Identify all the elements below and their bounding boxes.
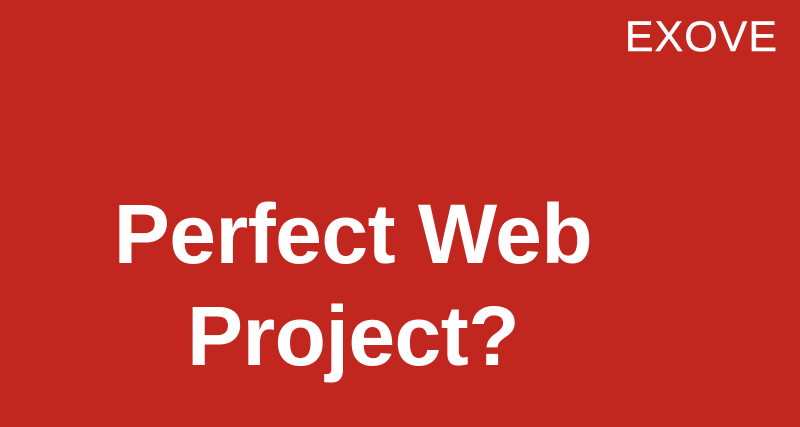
exove-logo: EXOVE	[624, 13, 778, 61]
slide-title: Perfect Web Project?	[0, 183, 706, 387]
slide: EXOVE Perfect Web Project?	[0, 0, 800, 427]
slide-title-line-2: Project?	[186, 289, 520, 383]
slide-title-line-1: Perfect Web	[113, 187, 593, 281]
